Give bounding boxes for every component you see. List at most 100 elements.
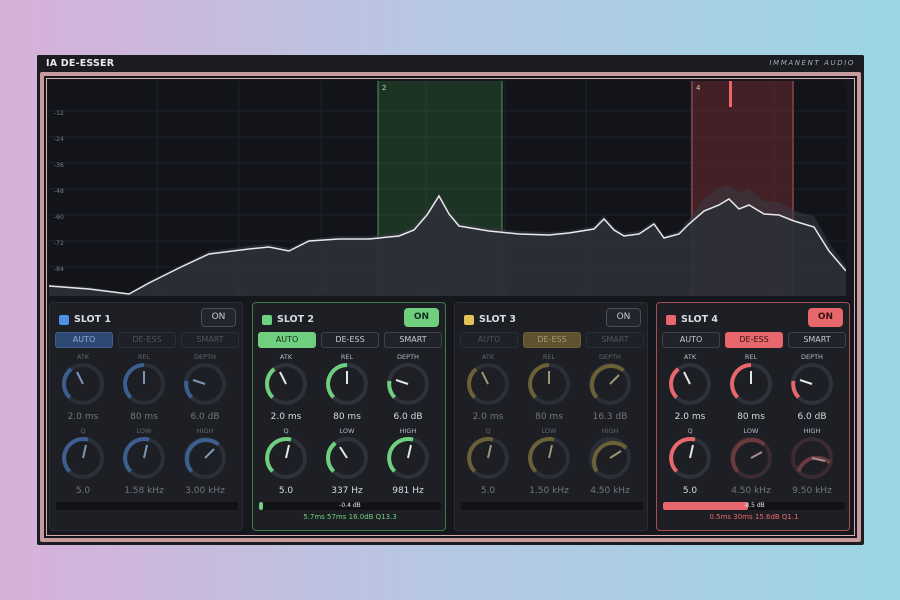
- db-label: -72: [54, 240, 64, 247]
- db-label: -60: [54, 214, 64, 221]
- slot-2-low-knob[interactable]: [325, 436, 369, 480]
- slot-3-auto-button[interactable]: AUTO: [460, 332, 518, 348]
- slot-4-q-value: 5.0: [682, 486, 698, 496]
- slot-4-panel: SLOT 4 ON AUTO DE-ESS SMART ATK REL DEPT…: [656, 302, 850, 531]
- slot-3-low-label: LOW: [541, 427, 557, 435]
- slot-3-q-knob[interactable]: [466, 436, 510, 480]
- slot-1-depth-label: DEPTH: [194, 353, 216, 361]
- slot-1-q-knob[interactable]: [61, 436, 105, 480]
- slot-2-low-value: 337 Hz: [331, 486, 363, 496]
- slot-2-rel-knob[interactable]: [325, 362, 369, 406]
- slot-2-atk-knob[interactable]: [264, 362, 308, 406]
- slot-1-rel-value: 80 ms: [130, 412, 158, 422]
- slot-4-rel-knob[interactable]: [729, 362, 773, 406]
- spectrum-analyzer[interactable]: -12 -24 -36 -48 -60 -72 -84 50 100 200 5…: [49, 81, 846, 296]
- slot-1-atk-knob[interactable]: [61, 362, 105, 406]
- brand-label: IMMANENT AUDIO: [769, 59, 855, 67]
- slot-2-panel: SLOT 2 ON AUTO DE-ESS SMART ATK REL DEPT…: [252, 302, 446, 531]
- slot-3-depth-knob[interactable]: [588, 362, 632, 406]
- slot-4-depth-knob[interactable]: [790, 362, 834, 406]
- slot-2-smart-button[interactable]: SMART: [384, 332, 442, 348]
- slot-1-low-label: LOW: [136, 427, 152, 435]
- slot-4-mode-row: AUTO DE-ESS SMART: [662, 332, 846, 348]
- slot-1-rel-knob[interactable]: [122, 362, 166, 406]
- slot-3-depth-value: 16.3 dB: [592, 412, 628, 422]
- slot-3-low-value: 1.50 kHz: [529, 486, 569, 496]
- slot-4-high-knob[interactable]: [790, 436, 834, 480]
- slot-4-high-label: HIGH: [803, 427, 821, 435]
- slot-4-q-label: Q: [687, 427, 693, 435]
- slot-4-low-label: LOW: [743, 427, 759, 435]
- slot-3-de-ess-button[interactable]: DE-ESS: [523, 332, 581, 348]
- slot-1-on-button[interactable]: ON: [201, 308, 236, 327]
- slot-4-q-knob[interactable]: [668, 436, 712, 480]
- db-label: -48: [54, 188, 64, 195]
- slot-4-auto-button[interactable]: AUTO: [662, 332, 720, 348]
- db-label: -12: [54, 110, 64, 117]
- slot-1-gain-meter: [56, 502, 238, 510]
- db-label: -24: [54, 136, 64, 143]
- slot-4-depth-label: DEPTH: [801, 353, 823, 361]
- slot-1-auto-button[interactable]: AUTO: [55, 332, 113, 348]
- slot-2-high-value: 981 Hz: [392, 486, 424, 496]
- slot-3-rel-value: 80 ms: [535, 412, 563, 422]
- slot-1-low-knob[interactable]: [122, 436, 166, 480]
- slot-3-panel: SLOT 3 ON AUTO DE-ESS SMART ATK REL DEPT…: [454, 302, 648, 531]
- slot-2-rel-label: REL: [340, 353, 354, 361]
- slot-2-depth-label: DEPTH: [397, 353, 419, 361]
- slot-3-on-button[interactable]: ON: [606, 308, 641, 327]
- spectrum-svg: -12 -24 -36 -48 -60 -72 -84 50 100 200 5…: [49, 81, 846, 296]
- slot-1-depth-knob[interactable]: [183, 362, 227, 406]
- slot-2-color-swatch: [262, 315, 272, 325]
- slot-2-high-knob[interactable]: [386, 436, 430, 480]
- slot-4-rel-label: REL: [744, 353, 758, 361]
- slot-2-on-button[interactable]: ON: [404, 308, 439, 327]
- slot-4-atk-knob[interactable]: [668, 362, 712, 406]
- slot-3-mode-row: AUTO DE-ESS SMART: [460, 332, 644, 348]
- slot-3-smart-button[interactable]: SMART: [586, 332, 644, 348]
- slot-2-auto-button[interactable]: AUTO: [258, 332, 316, 348]
- db-label: -36: [54, 162, 64, 169]
- slot-2-stats: 5.7ms 57ms 16.0dB Q13.3: [303, 513, 397, 521]
- slot-1-rel-label: REL: [137, 353, 151, 361]
- slot-2-depth-value: 6.0 dB: [393, 412, 423, 422]
- slot-3-atk-knob[interactable]: [466, 362, 510, 406]
- db-label: -84: [54, 266, 64, 273]
- slot-2-depth-knob[interactable]: [386, 362, 430, 406]
- slot-3-q-value: 5.0: [480, 486, 496, 496]
- slot-4-atk-label: ATK: [683, 353, 697, 361]
- slot-3-name: SLOT 3: [479, 314, 517, 325]
- slot-4-smart-button[interactable]: SMART: [788, 332, 846, 348]
- slot-1-de-ess-button[interactable]: DE-ESS: [118, 332, 176, 348]
- slot-4-low-knob[interactable]: [729, 436, 773, 480]
- slot-2-name: SLOT 2: [277, 314, 315, 325]
- slot-1-atk-value: 2.0 ms: [67, 412, 99, 422]
- slot-4-stats: 0.5ms 30ms 15.6dB Q1.1: [709, 513, 799, 521]
- slot-1-smart-button[interactable]: SMART: [181, 332, 239, 348]
- slot-2-atk-value: 2.0 ms: [270, 412, 302, 422]
- slot-2-gain-meter: -0.4 dB: [259, 502, 441, 510]
- slot-4-low-value: 4.50 kHz: [731, 486, 771, 496]
- slot-3-atk-value: 2.0 ms: [472, 412, 504, 422]
- slot-3-q-label: Q: [485, 427, 491, 435]
- slot-2-rel-value: 80 ms: [333, 412, 361, 422]
- band-4-gain-marker[interactable]: [729, 81, 732, 107]
- slot-4-color-swatch: [666, 315, 676, 325]
- slot-1-atk-label: ATK: [76, 353, 90, 361]
- slot-1-q-value: 5.0: [75, 486, 91, 496]
- slot-3-high-knob[interactable]: [588, 436, 632, 480]
- slot-3-depth-label: DEPTH: [599, 353, 621, 361]
- slot-2-de-ess-button[interactable]: DE-ESS: [321, 332, 379, 348]
- slot-3-rel-knob[interactable]: [527, 362, 571, 406]
- slot-4-on-button[interactable]: ON: [808, 308, 843, 327]
- slot-3-low-knob[interactable]: [527, 436, 571, 480]
- slot-3-high-value: 4.50 kHz: [590, 486, 630, 496]
- slot-2-q-knob[interactable]: [264, 436, 308, 480]
- slot-4-high-value: 9.50 kHz: [792, 486, 832, 496]
- slot-1-high-knob[interactable]: [183, 436, 227, 480]
- slot-2-q-value: 5.0: [278, 486, 294, 496]
- slot-3-color-swatch: [464, 315, 474, 325]
- slot-4-meter-value: -8.5 dB: [743, 502, 765, 509]
- slot-4-rel-value: 80 ms: [737, 412, 765, 422]
- slot-4-de-ess-button[interactable]: DE-ESS: [725, 332, 783, 348]
